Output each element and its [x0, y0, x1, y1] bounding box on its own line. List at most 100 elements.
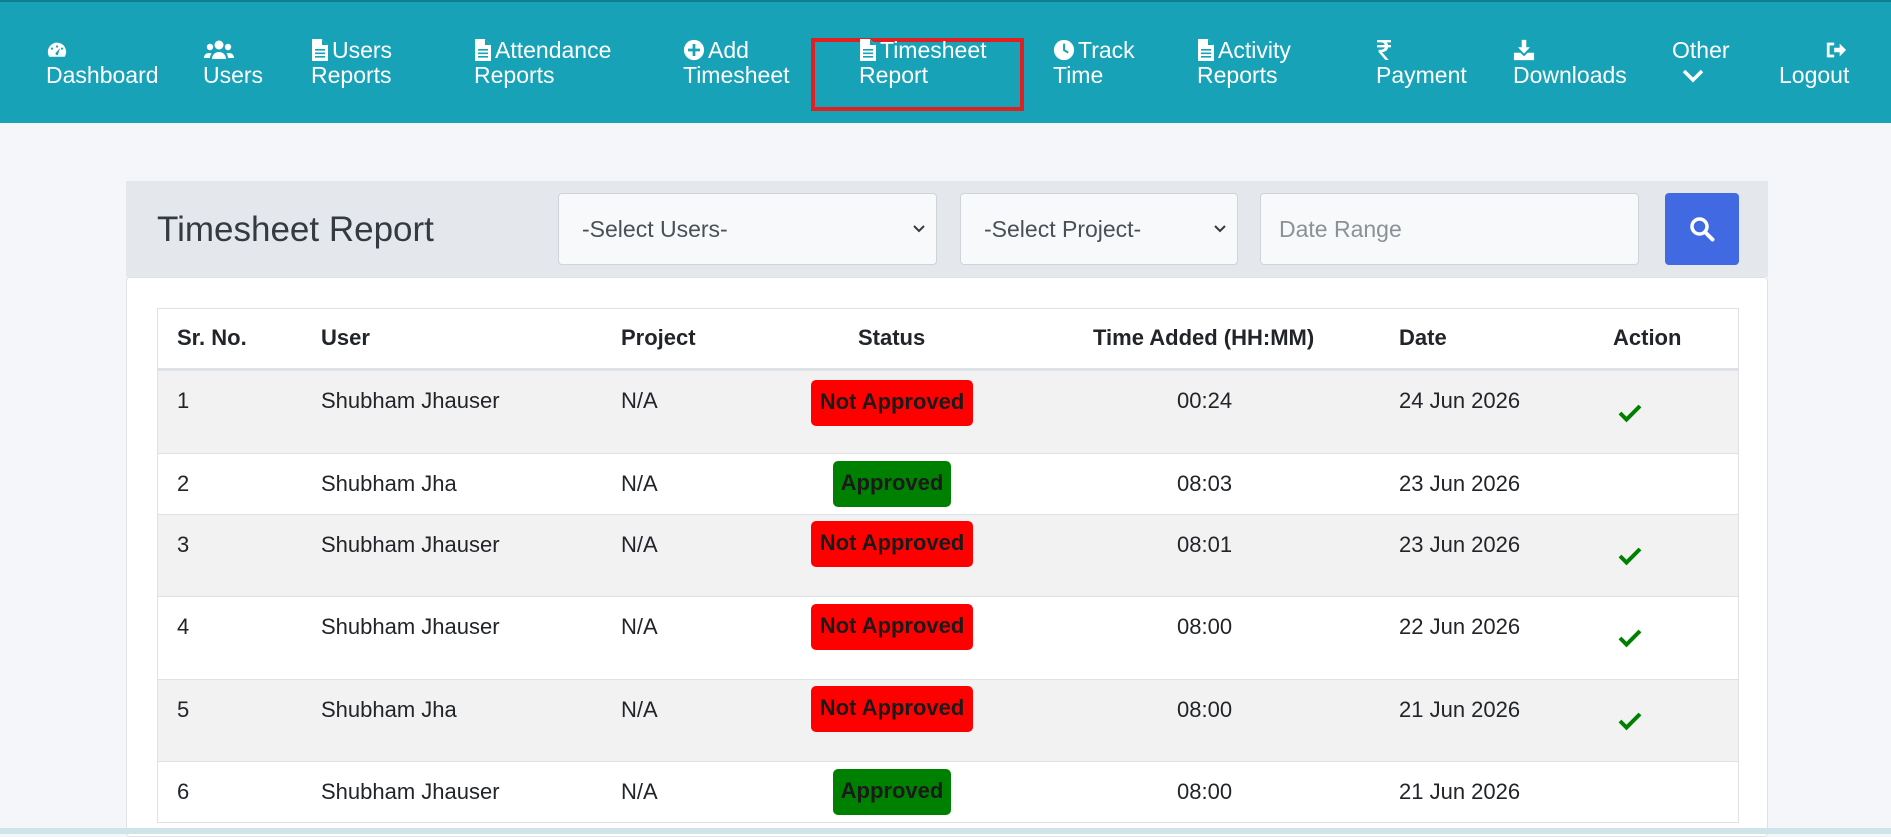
nav-label: Report — [859, 62, 929, 88]
col-time-added: Time Added (HH:MM) — [1093, 325, 1315, 350]
cell-date: 21 Jun 2026 — [1399, 779, 1521, 804]
table-row: 6 Shubham Jhauser N/A Approved 08:00 21 … — [158, 761, 1738, 822]
nav-users-reports[interactable]: Users Reports — [311, 38, 392, 88]
document-icon — [311, 39, 329, 61]
nav-label: Timesheet — [683, 62, 790, 88]
select-users-value: -Select Users- — [582, 216, 728, 242]
cell-sr: 5 — [177, 697, 190, 722]
nav-label: Time — [1053, 62, 1104, 88]
nav-label: Users — [332, 37, 393, 63]
cell-project: N/A — [621, 471, 658, 496]
search-icon — [1690, 217, 1715, 242]
cell-project: N/A — [621, 697, 658, 722]
plus-circle-icon — [683, 39, 705, 61]
status-badge: Not Approved — [811, 521, 973, 567]
cell-time: 08:00 — [1177, 697, 1233, 722]
card-header: Timesheet Report -Select Users- -Select … — [126, 181, 1768, 277]
check-icon — [1618, 712, 1642, 731]
nav-label: Reports — [311, 62, 392, 88]
logout-icon — [1825, 39, 1847, 61]
cell-time: 08:00 — [1177, 779, 1233, 804]
approve-action[interactable] — [1618, 403, 1642, 423]
nav-logout[interactable]: Logout — [1779, 38, 1850, 88]
document-icon — [474, 39, 492, 61]
chevron-down-icon — [1214, 225, 1226, 233]
date-range-placeholder: Date Range — [1279, 216, 1402, 242]
cell-project: N/A — [621, 532, 658, 557]
rupee-icon — [1376, 39, 1392, 61]
cell-sr: 2 — [177, 471, 190, 496]
nav-label: Timesheet — [880, 37, 987, 63]
page-title: Timesheet Report — [157, 210, 434, 249]
timesheet-table: Sr. No. User Project Status Time Added (… — [157, 308, 1739, 823]
top-navbar: Dashboard Users Users Reports Attendance… — [0, 0, 1891, 123]
nav-users[interactable]: Users — [203, 38, 263, 88]
cell-date: 24 Jun 2026 — [1399, 388, 1521, 413]
cell-project: N/A — [621, 388, 658, 413]
nav-label: Activity — [1218, 37, 1291, 63]
status-badge: Not Approved — [811, 604, 973, 650]
document-icon — [1197, 39, 1215, 61]
nav-payment[interactable]: Payment — [1376, 38, 1467, 88]
select-users-dropdown[interactable]: -Select Users- — [558, 193, 937, 265]
col-action: Action — [1613, 325, 1682, 350]
nav-timesheet-report[interactable]: Timesheet Report — [859, 38, 987, 88]
col-project: Project — [621, 325, 696, 350]
approve-action[interactable] — [1618, 546, 1642, 566]
cell-sr: 3 — [177, 532, 190, 557]
nav-label: Dashboard — [46, 62, 159, 88]
nav-other-dropdown[interactable]: Other — [1672, 38, 1730, 83]
cell-time: 08:03 — [1177, 471, 1233, 496]
nav-label: Add — [708, 37, 749, 63]
table-row: 3 Shubham Jhauser N/A Not Approved 08:01… — [158, 514, 1738, 596]
document-icon — [859, 39, 877, 61]
nav-label: Reports — [1197, 62, 1278, 88]
nav-label: Payment — [1376, 62, 1467, 88]
nav-downloads[interactable]: Downloads — [1513, 38, 1627, 88]
cell-date: 22 Jun 2026 — [1399, 614, 1521, 639]
table-row: 1 Shubham Jhauser N/A Not Approved 00:24… — [158, 370, 1738, 453]
nav-label: Track — [1078, 37, 1135, 63]
cell-user: Shubham Jhauser — [321, 388, 500, 413]
cell-user: Shubham Jha — [321, 471, 457, 496]
check-icon — [1618, 629, 1642, 648]
approve-action[interactable] — [1618, 711, 1642, 731]
nav-label: Other — [1672, 37, 1730, 63]
cell-user: Shubham Jhauser — [321, 532, 500, 557]
table-header: Sr. No. User Project Status Time Added (… — [158, 309, 1738, 370]
nav-attendance-reports[interactable]: Attendance Reports — [474, 38, 611, 88]
approve-action[interactable] — [1618, 628, 1642, 648]
bottom-edge — [0, 828, 1891, 834]
select-project-value: -Select Project- — [984, 216, 1142, 242]
table-row: 5 Shubham Jha N/A Not Approved 08:00 21 … — [158, 679, 1738, 761]
cell-sr: 1 — [177, 388, 190, 413]
cell-user: Shubham Jhauser — [321, 779, 500, 804]
status-badge: Approved — [833, 769, 951, 815]
users-icon — [203, 39, 235, 61]
cell-user: Shubham Jha — [321, 697, 457, 722]
cell-time: 00:24 — [1177, 388, 1233, 413]
nav-label: Downloads — [1513, 62, 1627, 88]
cell-user: Shubham Jhauser — [321, 614, 500, 639]
cell-sr: 6 — [177, 779, 190, 804]
nav-track-time[interactable]: Track Time — [1053, 38, 1135, 88]
cell-time: 08:00 — [1177, 614, 1233, 639]
nav-dashboard[interactable]: Dashboard — [46, 38, 159, 88]
nav-label: Attendance — [495, 37, 612, 63]
select-project-dropdown[interactable]: -Select Project- — [960, 193, 1238, 265]
cell-date: 23 Jun 2026 — [1399, 532, 1521, 557]
cell-time: 08:01 — [1177, 532, 1233, 557]
card-body: Sr. No. User Project Status Time Added (… — [126, 277, 1768, 837]
dashboard-icon — [46, 39, 68, 61]
chevron-down-icon — [913, 225, 925, 233]
date-range-input[interactable]: Date Range — [1260, 193, 1639, 265]
cell-date: 23 Jun 2026 — [1399, 471, 1521, 496]
download-icon — [1513, 39, 1535, 61]
nav-add-timesheet[interactable]: Add Timesheet — [683, 38, 790, 88]
search-button[interactable] — [1665, 193, 1739, 265]
nav-activity-reports[interactable]: Activity Reports — [1197, 38, 1291, 88]
nav-label: Logout — [1779, 62, 1850, 88]
status-badge: Approved — [833, 461, 951, 507]
nav-label: Users — [203, 62, 264, 88]
check-icon — [1618, 547, 1642, 566]
